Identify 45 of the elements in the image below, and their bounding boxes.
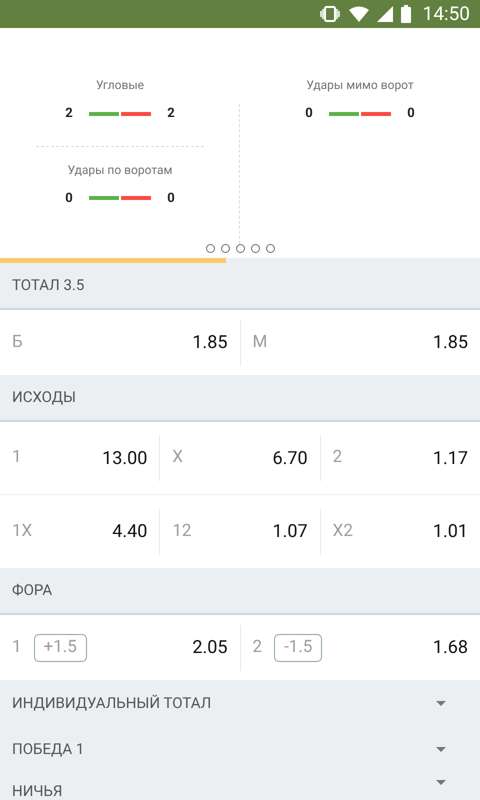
odds-button[interactable]: 4.40: [112, 518, 148, 545]
handicap-badge: -1.5: [274, 634, 322, 662]
outcome-label: 2: [252, 636, 262, 659]
outcome-label: X: [172, 446, 183, 470]
home-value: 0: [304, 105, 314, 123]
market-header[interactable]: ПОБЕДА 1: [12, 738, 84, 760]
outcome-label: 1X: [12, 520, 32, 543]
wifi-icon: [348, 6, 369, 22]
away-value: 0: [166, 190, 176, 208]
stat-title: Удары по воротам: [68, 162, 172, 178]
outcome-label: 1: [12, 636, 22, 659]
odds-button[interactable]: 2.05: [192, 634, 228, 661]
dropdown-arrow-icon[interactable]: [436, 700, 446, 706]
away-value: 0: [406, 105, 416, 123]
odds-button[interactable]: 6.70: [272, 444, 308, 472]
odds-button[interactable]: 1.07: [272, 518, 308, 545]
battery-icon: [400, 5, 411, 23]
signal-icon: [376, 6, 393, 22]
odds-button[interactable]: 1.85: [432, 329, 468, 356]
dropdown-arrow-icon[interactable]: [436, 780, 446, 785]
odds-button[interactable]: 1.01: [432, 518, 468, 545]
handicap-badge: +1.5: [34, 634, 87, 662]
comparison-bar: [89, 196, 151, 200]
odds-button[interactable]: 1.85: [192, 329, 228, 356]
home-value: 2: [64, 105, 74, 123]
outcome-label: X2: [332, 520, 353, 543]
vibrate-icon: [318, 6, 341, 22]
stat-title: Угловые: [96, 77, 144, 94]
time-text: 14:50: [422, 0, 470, 27]
odds-button[interactable]: 13.00: [102, 444, 148, 472]
outcome-label: Б: [12, 330, 23, 354]
odds-button[interactable]: 1.17: [432, 444, 468, 472]
outcome-label: 2: [332, 446, 342, 470]
market-header[interactable]: НИЧЬЯ: [12, 780, 62, 800]
away-value: 2: [166, 105, 176, 123]
home-value: 0: [64, 190, 74, 208]
outcome-label: 12: [172, 520, 192, 543]
comparison-bar: [89, 112, 151, 116]
dropdown-arrow-icon[interactable]: [436, 746, 446, 752]
comparison-bar: [329, 112, 391, 116]
odds-button[interactable]: 1.68: [432, 634, 468, 661]
outcome-label: 1: [12, 446, 22, 470]
market-header[interactable]: ИНДИВИДУАЛЬНЫЙ ТОТАЛ: [12, 692, 212, 714]
stat-title: Удары мимо ворот: [306, 77, 414, 94]
outcome-label: М: [252, 330, 268, 354]
